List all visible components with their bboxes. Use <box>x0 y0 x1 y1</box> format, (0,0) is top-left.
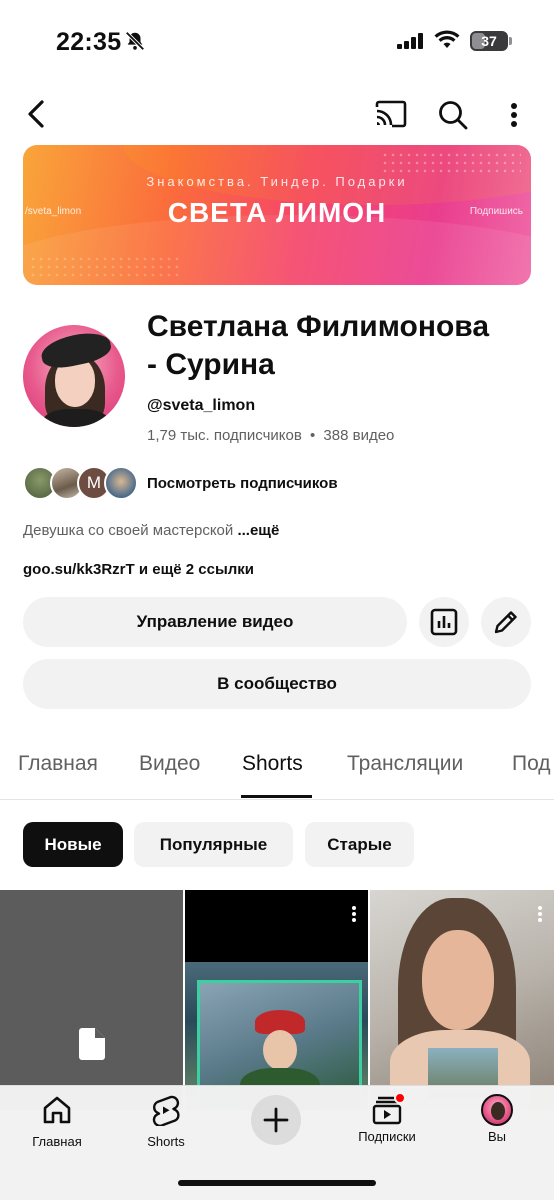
channel-name: Светлана Филимонова - Сурина <box>147 308 547 384</box>
description-more[interactable]: ...ещё <box>237 522 279 539</box>
nav-shorts[interactable]: Shorts <box>116 1094 216 1149</box>
channel-tabs: Главная Видео Shorts Трансляции Под <box>0 740 554 800</box>
more-vertical-icon <box>511 103 517 127</box>
home-icon <box>43 1096 71 1124</box>
battery-icon: 37 <box>470 31 508 51</box>
tab-home[interactable]: Главная <box>18 752 98 776</box>
analytics-button[interactable] <box>419 597 469 647</box>
back-button[interactable] <box>18 96 54 132</box>
short-thumbnail[interactable] <box>370 890 554 1110</box>
chip-oldest[interactable]: Старые <box>305 822 414 867</box>
status-bar: 22:35 37 <box>0 0 554 84</box>
nav-you-label: Вы <box>487 1129 506 1144</box>
pencil-icon <box>494 611 517 634</box>
channel-name-line1: Светлана Филимонова <box>147 310 490 343</box>
channel-handle: @sveta_limon <box>147 397 256 414</box>
more-options-button[interactable] <box>500 96 528 134</box>
channel-avatar[interactable] <box>23 325 125 427</box>
search-icon <box>439 101 468 130</box>
channel-name-line2: - Сурина <box>147 348 275 381</box>
tab-shorts[interactable]: Shorts <box>242 752 303 776</box>
cast-button[interactable] <box>371 96 411 132</box>
channel-banner[interactable]: Знакомства. Тиндер. Подарки СВЕТА ЛИМОН … <box>23 145 531 285</box>
channel-stats: 1,79 тыс. подписчиков • 388 видео <box>147 427 394 444</box>
subscriber-count: 1,79 тыс. подписчиков <box>147 427 302 444</box>
short-thumbnail[interactable] <box>185 890 368 1110</box>
short-menu-icon[interactable] <box>352 906 356 922</box>
document-icon <box>79 1028 105 1065</box>
video-count: 388 видео <box>323 427 395 444</box>
search-button[interactable] <box>434 96 472 134</box>
chip-newest[interactable]: Новые <box>23 822 123 867</box>
short-menu-icon[interactable] <box>538 906 542 922</box>
battery-tip <box>509 37 512 45</box>
bell-muted-icon <box>124 30 146 57</box>
user-avatar <box>481 1094 513 1126</box>
description-text: Девушка со своей мастерской <box>23 522 234 539</box>
tab-live[interactable]: Трансляции <box>347 752 463 776</box>
banner-handle: /sveta_limon <box>25 206 82 217</box>
banner-dots <box>29 255 179 279</box>
cast-icon <box>375 100 407 128</box>
nav-you[interactable]: Вы <box>447 1094 547 1144</box>
nav-home-label: Главная <box>32 1134 82 1149</box>
home-indicator <box>178 1180 376 1186</box>
nav-subscriptions-label: Подписки <box>358 1129 416 1144</box>
manage-videos-button[interactable]: Управление видео <box>23 597 407 647</box>
status-time: 22:35 <box>56 28 122 56</box>
plus-icon <box>263 1107 289 1133</box>
edit-channel-button[interactable] <box>481 597 531 647</box>
nav-shorts-label: Shorts <box>147 1134 185 1149</box>
top-bar <box>0 90 554 140</box>
channel-description[interactable]: Девушка со своей мастерской ...ещё <box>23 522 279 539</box>
cellular-signal-icon <box>397 33 425 54</box>
shorts-icon <box>152 1095 180 1127</box>
create-button[interactable] <box>251 1095 301 1145</box>
subscriber-avatar <box>104 466 138 500</box>
short-preview-face <box>263 1030 297 1070</box>
banner-title: СВЕТА ЛИМОН <box>167 197 387 228</box>
active-tab-indicator <box>241 795 312 798</box>
battery-level: 37 <box>481 33 497 49</box>
stats-separator: • <box>309 427 316 444</box>
banner-subscribe-text: Подпишись <box>469 206 523 217</box>
view-subscribers-link[interactable]: Посмотреть подписчиков <box>147 475 338 492</box>
notification-dot <box>394 1092 406 1104</box>
channel-links[interactable]: goo.su/kk3RzrT и ещё 2 ссылки <box>23 561 254 578</box>
community-button[interactable]: В сообщество <box>23 659 531 709</box>
chip-popular[interactable]: Популярные <box>134 822 293 867</box>
analytics-icon <box>430 608 458 636</box>
chevron-left-icon <box>28 100 44 128</box>
avatar-body <box>43 409 109 427</box>
banner-dots <box>381 151 521 175</box>
banner-subtitle: Знакомства. Тиндер. Подарки <box>146 174 408 189</box>
wifi-icon <box>434 30 460 55</box>
tab-videos[interactable]: Видео <box>139 752 200 776</box>
short-preview-face <box>422 930 494 1030</box>
tab-podcasts[interactable]: Под <box>512 752 551 776</box>
nav-subscriptions[interactable]: Подписки <box>337 1092 437 1144</box>
nav-home[interactable]: Главная <box>7 1094 107 1149</box>
short-thumbnail[interactable] <box>0 890 183 1110</box>
